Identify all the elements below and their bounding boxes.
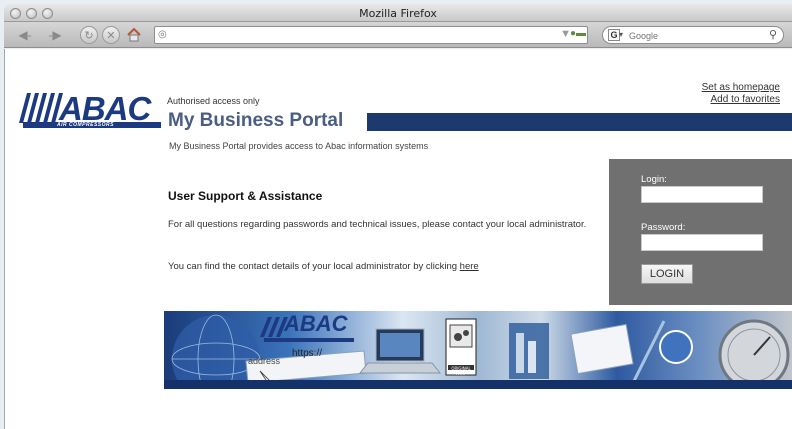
reload-icon: ↻ bbox=[84, 29, 94, 42]
banner-logo-text: ABAC bbox=[284, 311, 348, 336]
stop-icon: ✕ bbox=[106, 29, 116, 42]
search-engine-dropdown-icon[interactable]: ▾ bbox=[619, 30, 623, 39]
banner-image: ABAC address https:// ORIGINAL PART bbox=[164, 311, 792, 389]
logo-stripes-icon bbox=[19, 93, 63, 123]
title-accent-bar bbox=[367, 113, 792, 131]
portal-description: My Business Portal provides access to Ab… bbox=[169, 141, 429, 151]
rss-feed-icon[interactable]: ●▬ bbox=[570, 28, 586, 39]
support-contact-paragraph: You can find the contact details of your… bbox=[168, 261, 588, 272]
original-part-label: ORIGINAL PART bbox=[451, 366, 471, 376]
banner-graphic bbox=[171, 314, 790, 389]
window-title: Mozilla Firefox bbox=[359, 7, 437, 20]
search-icon[interactable]: ⚲ bbox=[769, 28, 777, 41]
login-panel: Login: Password: LOGIN bbox=[609, 159, 792, 305]
here-link[interactable]: here bbox=[460, 261, 479, 272]
page-title: My Business Portal bbox=[168, 110, 344, 131]
home-button[interactable] bbox=[124, 26, 144, 44]
web-page: ABAC AIR COMPRESSORS Authorised access o… bbox=[4, 49, 792, 429]
window-titlebar: Mozilla Firefox bbox=[4, 4, 792, 22]
login-field[interactable] bbox=[641, 186, 763, 203]
back-button[interactable]: ◀‑ bbox=[12, 26, 38, 44]
banner-url-text: https:// bbox=[292, 348, 323, 359]
support-paragraph: For all questions regarding passwords an… bbox=[168, 219, 587, 230]
login-label: Login: bbox=[641, 174, 667, 185]
stop-button[interactable]: ✕ bbox=[102, 26, 120, 44]
set-homepage-link[interactable]: Set as homepage bbox=[702, 82, 780, 94]
home-icon bbox=[127, 27, 141, 42]
reload-button[interactable]: ↻ bbox=[80, 26, 98, 44]
page-icon: ◎ bbox=[158, 29, 167, 40]
auth-notice: Authorised access only bbox=[167, 96, 260, 106]
banner-address-text: address bbox=[248, 356, 281, 366]
forward-button[interactable]: ‑▶ bbox=[42, 26, 68, 44]
top-links: Set as homepage Add to favorites bbox=[702, 82, 780, 106]
login-button[interactable]: LOGIN bbox=[641, 264, 693, 284]
browser-toolbar: ◀‑ ‑▶ ↻ ✕ ◎ ▼ ●▬ G ▾ ⚲ bbox=[4, 22, 792, 48]
back-arrow-icon: ◀‑ bbox=[18, 28, 32, 42]
search-input[interactable] bbox=[629, 29, 749, 42]
forward-arrow-icon: ‑▶ bbox=[48, 28, 62, 42]
address-bar[interactable]: ◎ ▼ bbox=[154, 26, 588, 44]
password-field[interactable] bbox=[641, 234, 763, 251]
logo-tagline: AIR COMPRESSORS bbox=[57, 122, 114, 128]
add-favorites-link[interactable]: Add to favorites bbox=[702, 94, 780, 106]
search-bar[interactable]: G ▾ ⚲ bbox=[602, 26, 784, 44]
support-heading: User Support & Assistance bbox=[168, 189, 323, 203]
support-contact-text: You can find the contact details of your… bbox=[168, 261, 460, 272]
password-label: Password: bbox=[641, 222, 686, 233]
abac-logo[interactable]: ABAC AIR COMPRESSORS bbox=[19, 90, 161, 131]
browser-window: Mozilla Firefox ◀‑ ‑▶ ↻ ✕ ◎ ▼ ●▬ G ▾ Goo… bbox=[0, 0, 792, 429]
banner-bottom-strip bbox=[164, 380, 792, 389]
